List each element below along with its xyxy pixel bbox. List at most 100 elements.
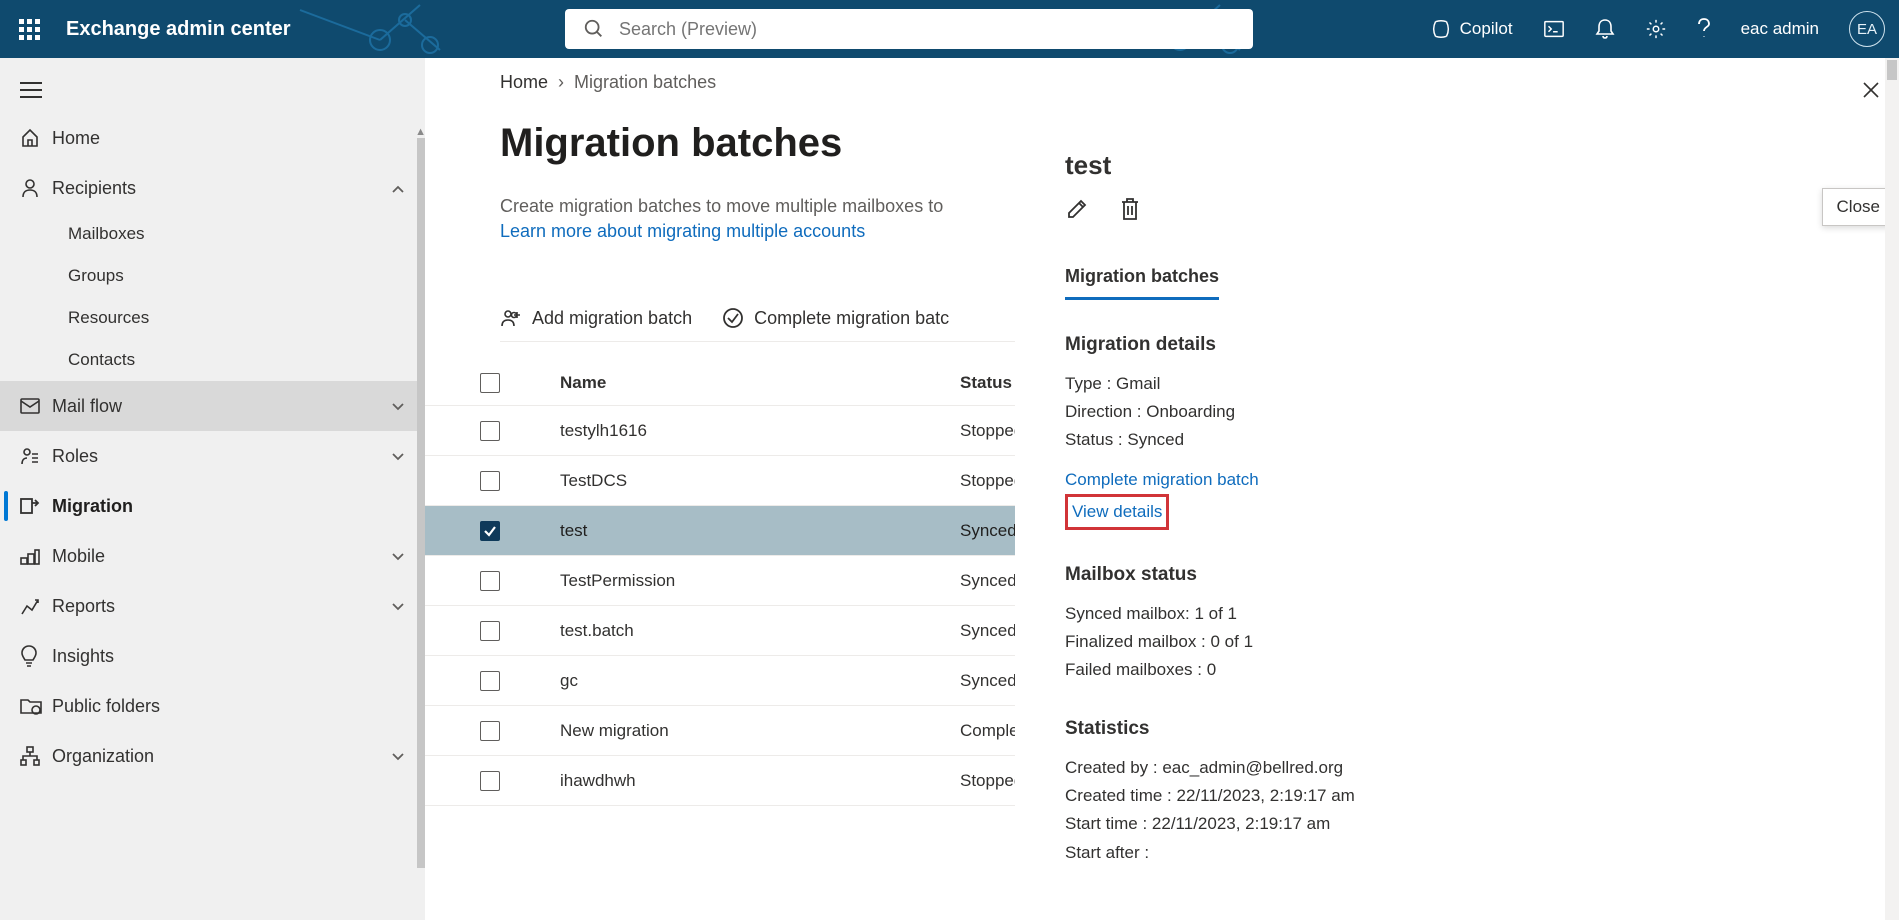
panel-tab[interactable]: Migration batches — [1065, 266, 1219, 300]
edit-button[interactable] — [1065, 197, 1089, 224]
user-label[interactable]: eac admin — [1741, 19, 1819, 39]
migration-details-heading: Migration details — [1065, 334, 1885, 356]
cell-name: test — [560, 521, 960, 541]
row-checkbox[interactable] — [480, 721, 500, 741]
value-status: Synced — [1127, 430, 1184, 449]
sidebar-sub-mailboxes[interactable]: Mailboxes — [0, 213, 425, 255]
migration-icon — [20, 496, 52, 516]
sidebar-item-label: Migration — [52, 496, 133, 517]
label-status: Status : — [1065, 430, 1127, 449]
sidebar-item-label: Mobile — [52, 546, 105, 567]
sidebar-item-roles[interactable]: Roles — [0, 431, 425, 481]
statistics-body: Created by : eac_admin@bellred.org Creat… — [1065, 754, 1885, 866]
roles-icon — [20, 446, 52, 466]
sidebar-item-mailflow[interactable]: Mail flow — [0, 381, 425, 431]
help-icon[interactable] — [1697, 18, 1711, 40]
delete-button[interactable] — [1119, 197, 1141, 224]
failed-mailboxes: Failed mailboxes : 0 — [1065, 656, 1885, 684]
breadcrumb-home[interactable]: Home — [500, 72, 548, 93]
sidebar-item-recipients[interactable]: Recipients — [0, 163, 425, 213]
sidebar-item-label: Mail flow — [52, 396, 122, 417]
sidebar-item-organization[interactable]: Organization — [0, 731, 425, 781]
top-header: Exchange admin center Copilot eac admin … — [0, 0, 1899, 58]
statistics-heading: Statistics — [1065, 718, 1885, 740]
select-all-checkbox[interactable] — [480, 373, 500, 393]
nav-collapse-button[interactable] — [0, 70, 425, 113]
chevron-down-icon — [391, 446, 405, 467]
page-subtitle-text: Create migration batches to move multipl… — [500, 196, 943, 216]
sidebar-item-home[interactable]: Home — [0, 113, 425, 163]
chevron-down-icon — [391, 546, 405, 567]
sidebar-item-reports[interactable]: Reports — [0, 581, 425, 631]
sidebar-item-mobile[interactable]: Mobile — [0, 531, 425, 581]
mail-icon — [20, 398, 52, 414]
mobile-icon — [20, 546, 52, 566]
row-checkbox[interactable] — [480, 521, 500, 541]
cell-name: TestPermission — [560, 571, 960, 591]
sidebar-sub-groups[interactable]: Groups — [0, 255, 425, 297]
home-icon — [20, 128, 52, 148]
col-name[interactable]: Name — [560, 373, 960, 393]
cell-name: New migration — [560, 721, 960, 741]
cell-name: ihawdhwh — [560, 771, 960, 791]
complete-migration-link[interactable]: Complete migration batch — [1065, 470, 1259, 489]
cell-name: testylh1616 — [560, 421, 960, 441]
detail-panel: Close test Migration batches Migration d… — [1015, 58, 1885, 920]
edit-icon — [1065, 197, 1089, 221]
row-checkbox[interactable] — [480, 471, 500, 491]
sidebar-item-label: Public folders — [52, 696, 160, 717]
delete-icon — [1119, 197, 1141, 221]
search-input[interactable] — [619, 19, 1235, 40]
sidebar-item-label: Insights — [52, 646, 114, 667]
chevron-right-icon: › — [558, 72, 564, 93]
breadcrumb-current: Migration batches — [574, 72, 716, 93]
copilot-label: Copilot — [1460, 19, 1513, 39]
stat-created-by: Created by : eac_admin@bellred.org — [1065, 754, 1885, 782]
row-checkbox[interactable] — [480, 771, 500, 791]
publicfolders-icon — [20, 697, 52, 715]
row-checkbox[interactable] — [480, 671, 500, 691]
search-wrap — [565, 9, 1253, 49]
row-checkbox[interactable] — [480, 621, 500, 641]
row-checkbox[interactable] — [480, 571, 500, 591]
label-direction: Direction : — [1065, 402, 1146, 421]
search-box[interactable] — [565, 9, 1253, 49]
copilot-button[interactable]: Copilot — [1430, 18, 1513, 40]
sidebar-item-publicfolders[interactable]: Public folders — [0, 681, 425, 731]
value-type: Gmail — [1116, 374, 1160, 393]
notifications-icon[interactable] — [1595, 18, 1615, 40]
add-migration-batch-button[interactable]: Add migration batch — [500, 307, 692, 329]
cloud-shell-icon[interactable] — [1543, 19, 1565, 39]
main-content: Home › Migration batches Migration batch… — [425, 58, 1899, 920]
sidebar-item-migration[interactable]: Migration — [0, 481, 425, 531]
stat-start-time: Start time : 22/11/2023, 2:19:17 am — [1065, 810, 1885, 838]
complete-migration-batch-button[interactable]: Complete migration batc — [722, 307, 949, 329]
sidebar-sub-contacts[interactable]: Contacts — [0, 339, 425, 381]
close-button[interactable] — [1861, 80, 1881, 103]
chevron-down-icon — [391, 596, 405, 617]
close-icon — [1861, 80, 1881, 100]
app-title: Exchange admin center — [66, 18, 291, 41]
close-tooltip: Close — [1822, 188, 1895, 226]
avatar[interactable]: EA — [1849, 11, 1885, 47]
row-checkbox[interactable] — [480, 421, 500, 441]
organization-icon — [20, 746, 52, 766]
sidebar-item-insights[interactable]: Insights — [0, 631, 425, 681]
sidebar: Home Recipients Mailboxes Groups Resourc… — [0, 58, 425, 920]
header-right: Copilot eac admin EA — [1430, 11, 1885, 47]
sidebar-sub-resources[interactable]: Resources — [0, 297, 425, 339]
sidebar-scrollbar[interactable] — [417, 138, 425, 868]
copilot-icon — [1430, 18, 1452, 40]
chevron-down-icon — [391, 396, 405, 417]
insights-icon — [20, 645, 52, 667]
app-launcher[interactable] — [0, 19, 58, 40]
mailbox-status-body: Synced mailbox: 1 of 1 Finalized mailbox… — [1065, 600, 1885, 684]
page-scrollbar[interactable] — [1885, 58, 1899, 920]
settings-icon[interactable] — [1645, 18, 1667, 40]
cell-name: test.batch — [560, 621, 960, 641]
view-details-link[interactable]: View details — [1072, 502, 1162, 521]
toolbar-label: Complete migration batc — [754, 308, 949, 329]
chevron-down-icon — [391, 746, 405, 767]
chevron-up-icon — [391, 178, 405, 199]
stat-start-after: Start after : — [1065, 839, 1885, 867]
